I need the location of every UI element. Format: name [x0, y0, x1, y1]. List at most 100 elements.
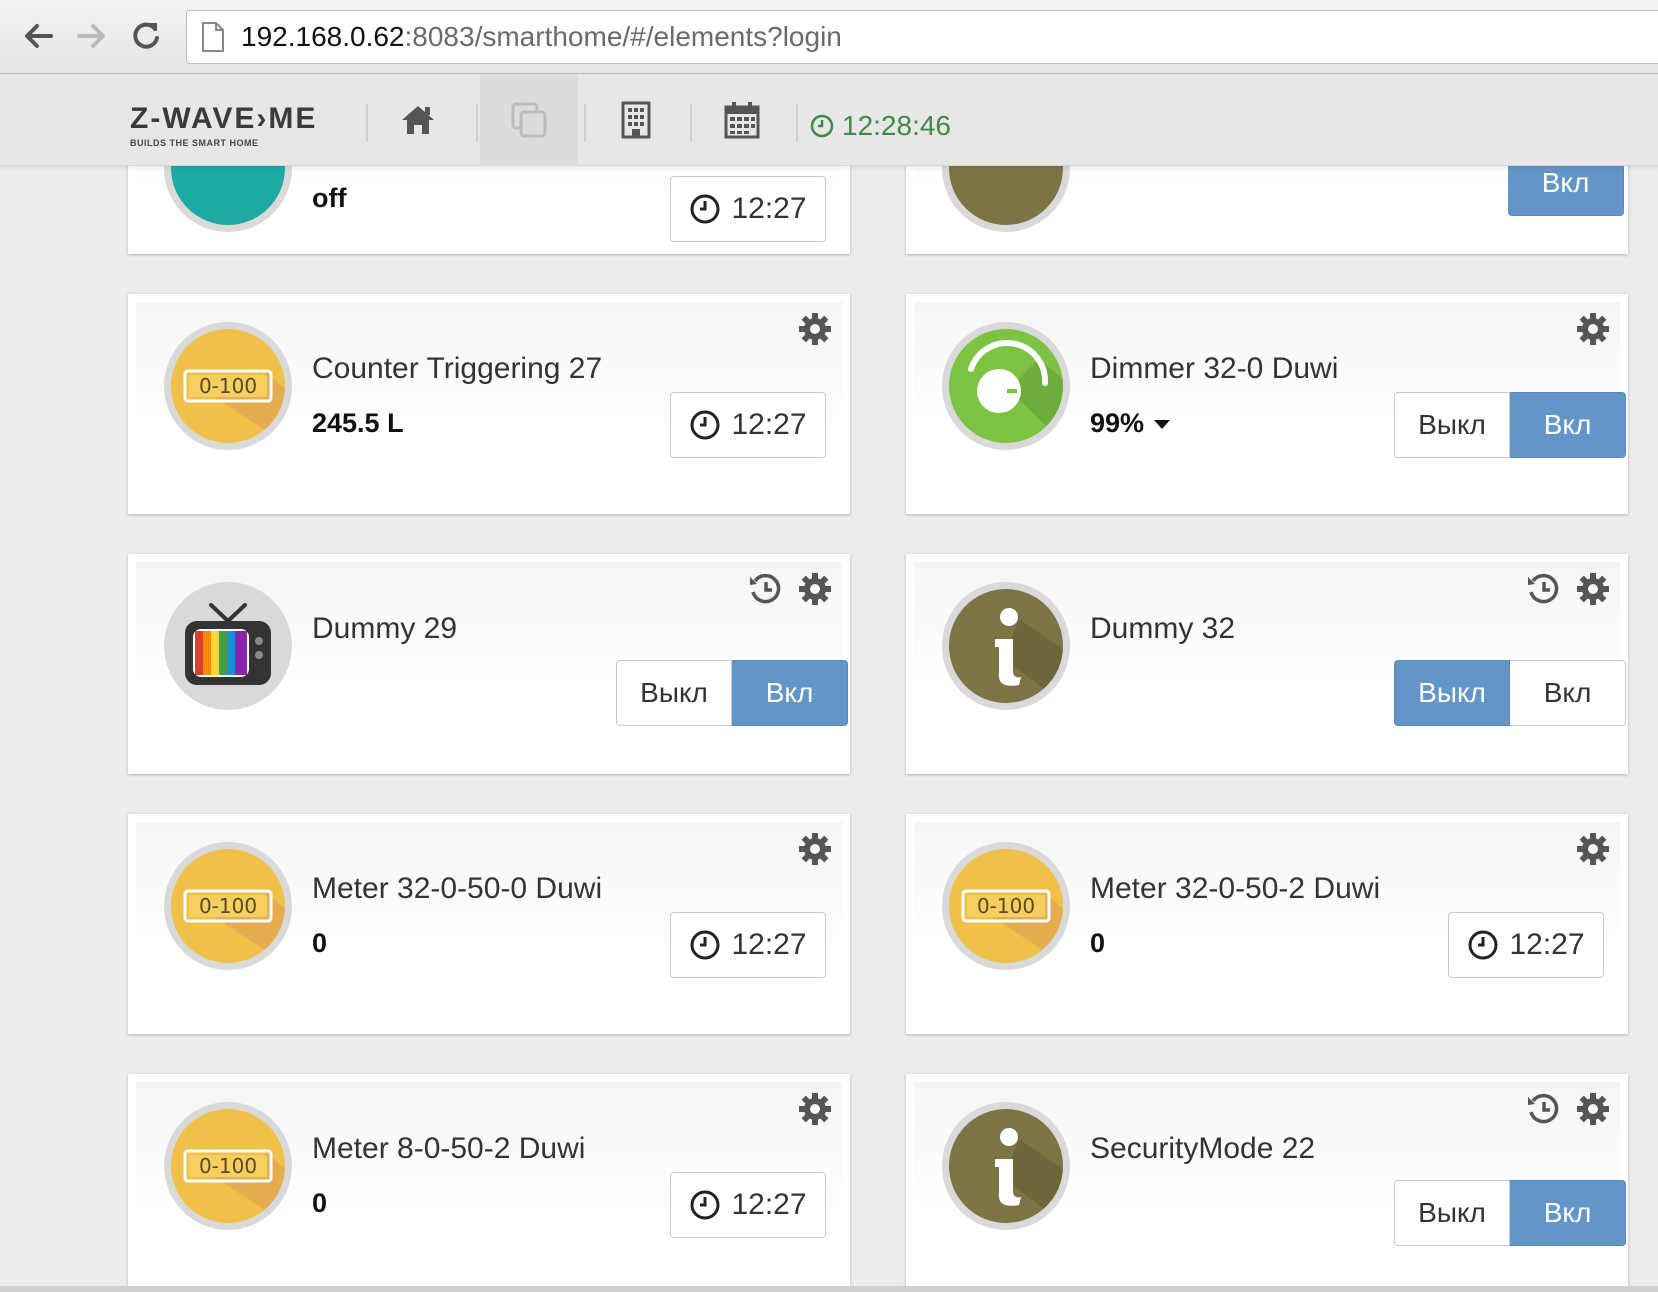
- gear-icon[interactable]: [798, 312, 832, 346]
- url-host: 192.168.0.62: [241, 21, 405, 52]
- gear-icon[interactable]: [798, 1092, 832, 1126]
- update-time: 12:27: [731, 192, 807, 225]
- home-nav-button[interactable]: [378, 74, 458, 166]
- meter-icon-text: 0-100: [199, 1154, 257, 1178]
- update-time-button[interactable]: 12:27: [670, 392, 826, 458]
- update-time: 12:27: [731, 928, 807, 961]
- clock-icon: [690, 194, 720, 224]
- browser-toolbar: 192.168.0.62:8083/smarthome/#/elements?l…: [0, 0, 1658, 74]
- home-icon: [402, 106, 434, 134]
- clock-icon: [690, 930, 720, 960]
- gear-icon[interactable]: [1576, 832, 1610, 866]
- tv-icon: [164, 582, 292, 710]
- element-card-meter-32-0-50-0: 0-100 Meter 32-0-50-0 Duwi 0 12:27: [128, 814, 850, 1034]
- arrow-right-icon: [77, 24, 105, 48]
- device-title: Meter 32-0-50-2 Duwi: [1090, 872, 1381, 905]
- back-button[interactable]: [16, 14, 60, 58]
- gear-icon[interactable]: [798, 572, 832, 606]
- off-button[interactable]: Выкл: [616, 660, 732, 726]
- reload-icon: [133, 22, 159, 49]
- meter-icon: 0-100: [164, 842, 292, 970]
- clock-icon: [1468, 930, 1498, 960]
- zwave-logo[interactable]: Z-WAVE›ME BUILDS THE SMART HOME: [130, 102, 317, 148]
- reload-button[interactable]: [124, 14, 168, 58]
- on-button[interactable]: Вкл: [1510, 660, 1626, 726]
- dimmer-level-dropdown[interactable]: 99%: [1090, 408, 1171, 439]
- switch-buttons: Выкл Вкл: [616, 660, 848, 726]
- forward-button[interactable]: [70, 14, 114, 58]
- off-button[interactable]: Выкл: [1394, 392, 1510, 458]
- meter-icon: 0-100: [942, 842, 1070, 970]
- element-card-counter-27: 0-100 Counter Triggering 27 245.5 L 12:2…: [128, 294, 850, 514]
- device-level: 0: [1090, 928, 1106, 958]
- header-divider: [584, 104, 586, 142]
- meter-icon-text: 0-100: [977, 894, 1035, 918]
- meter-icon: 0-100: [164, 1102, 292, 1230]
- switch-buttons: Выкл Вкл: [1394, 660, 1626, 726]
- header-divider: [476, 104, 478, 142]
- meter-icon-text: 0-100: [199, 374, 257, 398]
- on-button[interactable]: Вкл: [1510, 392, 1626, 458]
- building-icon: [621, 101, 651, 139]
- update-time: 12:27: [731, 408, 807, 441]
- device-title: Dimmer 32-0 Duwi: [1090, 352, 1339, 385]
- device-title: SecurityMode 22: [1090, 1132, 1316, 1165]
- header-divider: [690, 104, 692, 142]
- clock-icon: [810, 114, 834, 138]
- header-divider: [366, 104, 368, 142]
- on-button[interactable]: Вкл: [732, 660, 848, 726]
- address-bar[interactable]: 192.168.0.62:8083/smarthome/#/elements?l…: [186, 10, 1658, 64]
- elements-icon: [511, 102, 547, 138]
- history-icon[interactable]: [1526, 1092, 1560, 1126]
- clock-time: 12:28:46: [842, 110, 951, 141]
- gear-icon[interactable]: [1576, 572, 1610, 606]
- header-divider: [796, 104, 798, 142]
- device-title: Dummy 32: [1090, 612, 1236, 645]
- gear-icon[interactable]: [798, 832, 832, 866]
- dimmer-level: 99%: [1090, 408, 1145, 438]
- gear-icon[interactable]: [1576, 312, 1610, 346]
- clock-icon: [690, 1190, 720, 1220]
- update-time-button[interactable]: 12:27: [670, 912, 826, 978]
- calendar-icon: [724, 102, 760, 139]
- update-time-button[interactable]: 12:27: [670, 1172, 826, 1238]
- update-time-button[interactable]: 12:27: [670, 176, 826, 242]
- element-card-meter-8-0-50-2: 0-100 Meter 8-0-50-2 Duwi 0 12:27: [128, 1074, 850, 1292]
- meter-icon: 0-100: [164, 322, 292, 450]
- page-icon: [202, 22, 224, 52]
- on-button[interactable]: Вкл: [1510, 1180, 1626, 1246]
- clock-icon: [690, 410, 720, 440]
- switch-buttons: Выкл Вкл: [1394, 1180, 1626, 1246]
- header-clock: 12:28:46: [810, 110, 951, 142]
- caret-down-icon: [1154, 420, 1171, 430]
- logo-text: Z-WAVE›ME: [130, 102, 318, 135]
- element-card-dimmer-32: Dimmer 32-0 Duwi 99% Выкл Вкл: [906, 294, 1628, 514]
- info-icon: [942, 1102, 1070, 1230]
- elements-nav-button[interactable]: [480, 74, 578, 166]
- element-card-securitymode-22: SecurityMode 22 Выкл Вкл: [906, 1074, 1628, 1292]
- device-level: 245.5 L: [312, 408, 404, 438]
- dimmer-icon[interactable]: [942, 322, 1070, 450]
- arrow-left-icon: [25, 24, 53, 48]
- logo-tagline: BUILDS THE SMART HOME: [130, 138, 259, 148]
- update-time: 12:27: [1509, 928, 1585, 961]
- device-title: Meter 32-0-50-0 Duwi: [312, 872, 603, 905]
- device-title: Meter 8-0-50-2 Duwi: [312, 1132, 586, 1165]
- off-button[interactable]: Выкл: [1394, 1180, 1510, 1246]
- meter-icon-text: 0-100: [199, 894, 257, 918]
- update-time-button[interactable]: 12:27: [1448, 912, 1604, 978]
- switch-buttons: Выкл Вкл: [1394, 392, 1626, 458]
- info-icon: [942, 582, 1070, 710]
- events-nav-button[interactable]: [702, 74, 782, 166]
- device-level: 0: [312, 1188, 328, 1218]
- rooms-nav-button[interactable]: [596, 74, 676, 166]
- app-header: Z-WAVE›ME BUILDS THE SMART HOME 12:28:46: [0, 74, 1658, 166]
- element-card-dummy-32: Dummy 32 Выкл Вкл: [906, 554, 1628, 774]
- device-title: Counter Triggering 27: [312, 352, 603, 385]
- element-card-meter-32-0-50-2: 0-100 Meter 32-0-50-2 Duwi 0 12:27: [906, 814, 1628, 1034]
- history-icon[interactable]: [748, 572, 782, 606]
- gear-icon[interactable]: [1576, 1092, 1610, 1126]
- element-card-dummy-29: Dummy 29 Выкл Вкл: [128, 554, 850, 774]
- history-icon[interactable]: [1526, 572, 1560, 606]
- off-button[interactable]: Выкл: [1394, 660, 1510, 726]
